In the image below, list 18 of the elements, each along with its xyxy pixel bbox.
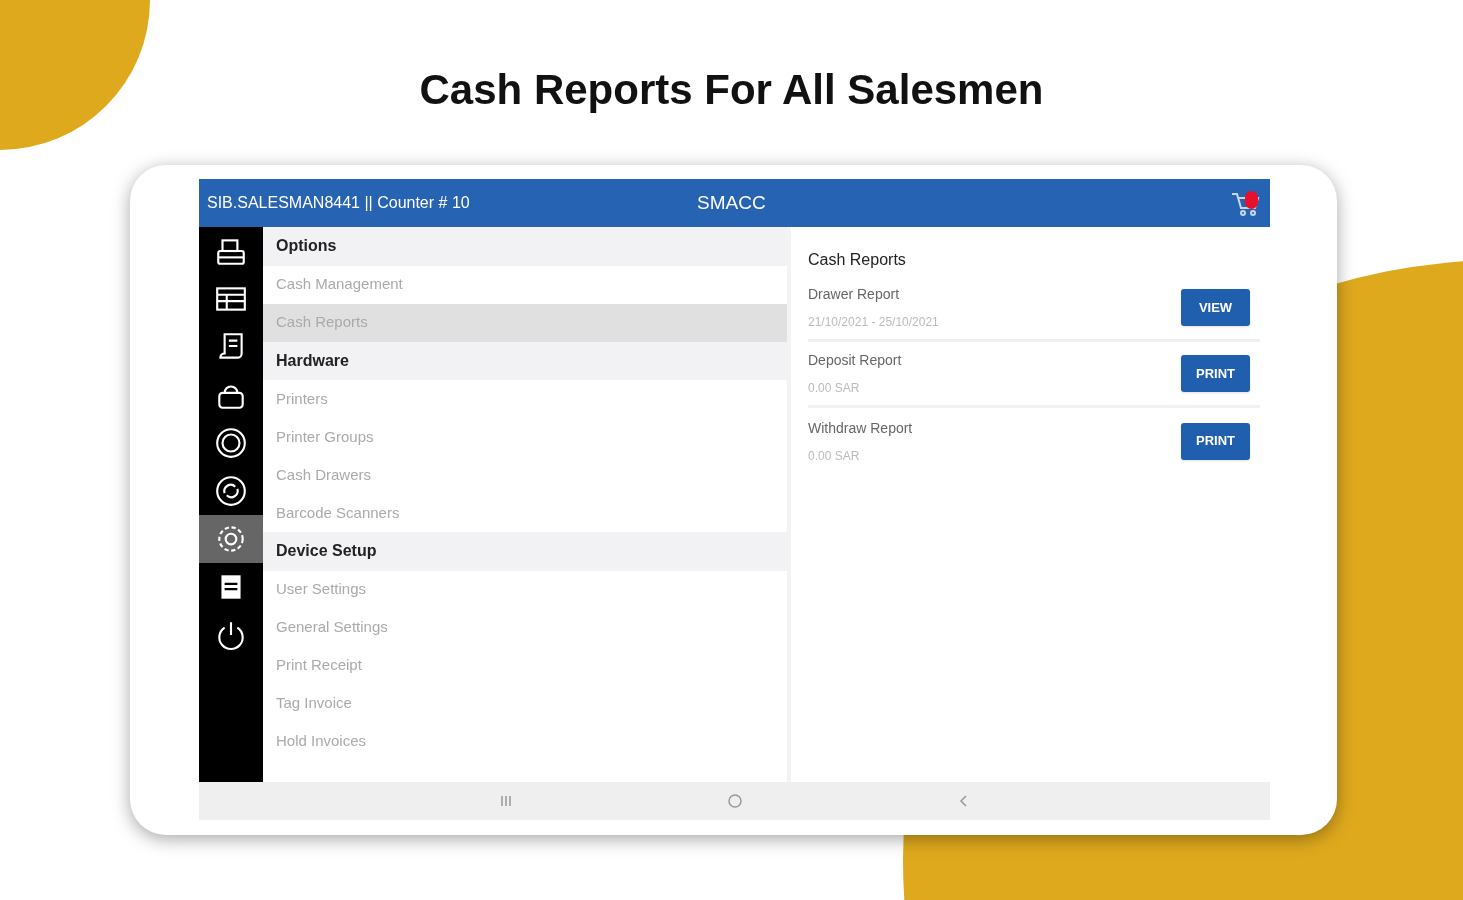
- report-name: Deposit Report: [808, 351, 903, 370]
- section-header: Options: [263, 227, 787, 266]
- panel-title: Cash Reports: [808, 250, 907, 270]
- report-name: Withdraw Report: [808, 418, 914, 438]
- report-button[interactable]: PRINT: [1181, 355, 1250, 392]
- report-detail: 0.00 SAR: [808, 447, 861, 465]
- report-button[interactable]: VIEW: [1181, 289, 1250, 326]
- report-detail: 21/10/2021 - 25/10/2021: [808, 314, 940, 331]
- sync-icon: [214, 474, 248, 508]
- app-title: SMACC: [697, 190, 766, 215]
- ring-icon: [214, 426, 248, 460]
- report-button[interactable]: PRINT: [1181, 422, 1250, 460]
- user-counter-label: SIB.SALESMAN8441 || Counter # 10: [207, 193, 471, 213]
- report-name: Drawer Report: [808, 285, 901, 304]
- headline: Cash Reports For All Salesmen: [419, 65, 1044, 115]
- section-header: Device Setup: [263, 532, 787, 571]
- report-detail: 0.00 SAR: [808, 380, 861, 397]
- section-header: Hardware: [263, 341, 787, 380]
